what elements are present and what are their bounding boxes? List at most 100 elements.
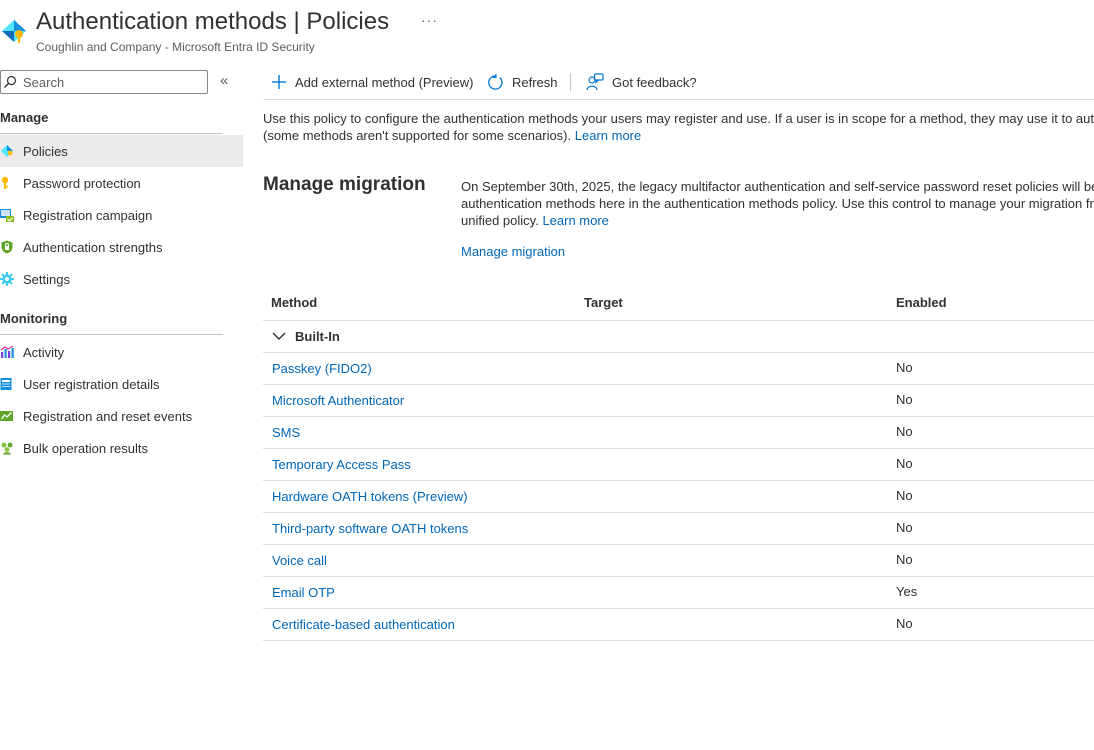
sidebar-item-label: Settings bbox=[23, 271, 70, 287]
page-title: Authentication methods | Policies bbox=[36, 8, 389, 36]
sidebar-item-label: Registration campaign bbox=[23, 207, 153, 223]
column-header-method[interactable]: Method bbox=[271, 295, 317, 310]
section-title-manage: Manage bbox=[0, 110, 49, 125]
sidebar-item-registration-campaign[interactable]: Registration campaign bbox=[0, 199, 243, 231]
method-link[interactable]: Passkey (FIDO2) bbox=[272, 361, 372, 376]
section-title-monitoring: Monitoring bbox=[0, 311, 68, 326]
enabled-cell: No bbox=[896, 520, 913, 535]
method-link[interactable]: Temporary Access Pass bbox=[272, 457, 411, 472]
table-row: Passkey (FIDO2) No bbox=[263, 353, 1094, 385]
table-row: Voice call No bbox=[263, 545, 1094, 577]
intro-line-1: Use this policy to configure the authent… bbox=[263, 111, 1094, 126]
page-header: Authentication methods | Policies ··· Co… bbox=[0, 0, 1094, 62]
table-row: Third-party software OATH tokens No bbox=[263, 513, 1094, 545]
method-link[interactable]: Certificate-based authentication bbox=[272, 617, 455, 632]
shield-icon bbox=[0, 240, 14, 254]
manage-migration-heading: Manage migration bbox=[263, 174, 426, 195]
page-subtitle: Coughlin and Company - Microsoft Entra I… bbox=[36, 40, 315, 54]
policy-intro: Use this policy to configure the authent… bbox=[263, 110, 1094, 144]
collapse-sidebar-icon[interactable]: « bbox=[220, 72, 228, 89]
migration-line-1: On September 30th, 2025, the legacy mult… bbox=[461, 179, 1094, 194]
feedback-button[interactable]: Got feedback? bbox=[586, 71, 697, 93]
enabled-cell: No bbox=[896, 488, 913, 503]
page-title-main: Authentication methods bbox=[36, 8, 287, 35]
method-link[interactable]: Third-party software OATH tokens bbox=[272, 521, 468, 536]
table-header: Method Target Enabled bbox=[263, 288, 1094, 321]
more-options-icon[interactable]: ··· bbox=[421, 12, 438, 28]
refresh-icon bbox=[488, 73, 503, 90]
method-link[interactable]: Microsoft Authenticator bbox=[272, 393, 404, 408]
section-divider bbox=[0, 334, 223, 335]
sidebar-item-registration-reset-events[interactable]: Registration and reset events bbox=[0, 400, 243, 432]
column-header-enabled[interactable]: Enabled bbox=[896, 295, 947, 310]
enabled-cell: No bbox=[896, 424, 913, 439]
sidebar-item-label: Activity bbox=[23, 344, 65, 360]
refresh-label: Refresh bbox=[512, 74, 558, 90]
enabled-cell: No bbox=[896, 456, 913, 471]
key-icon bbox=[0, 176, 14, 190]
gear-icon bbox=[0, 272, 14, 286]
sidebar-item-label: Registration and reset events bbox=[23, 408, 193, 424]
enabled-cell: Yes bbox=[896, 584, 918, 599]
method-link[interactable]: Voice call bbox=[272, 553, 327, 568]
policies-icon bbox=[0, 144, 14, 158]
page-title-sub: Policies bbox=[306, 8, 390, 35]
group-row-built-in[interactable]: Built-In bbox=[263, 321, 1094, 353]
column-header-target[interactable]: Target bbox=[584, 295, 623, 310]
search-input[interactable] bbox=[23, 73, 203, 91]
table-row: SMS No bbox=[263, 417, 1094, 449]
refresh-button[interactable]: Refresh bbox=[487, 71, 558, 93]
sidebar-item-settings[interactable]: Settings bbox=[0, 263, 243, 295]
main-content: Add external method (Preview) Refresh Go… bbox=[263, 62, 1094, 750]
enabled-cell: No bbox=[896, 392, 913, 407]
method-link[interactable]: Hardware OATH tokens (Preview) bbox=[272, 489, 468, 504]
plus-icon bbox=[272, 75, 286, 89]
add-external-method-label: Add external method (Preview) bbox=[295, 74, 474, 90]
sidebar-item-label: User registration details bbox=[23, 376, 160, 392]
table-row: Temporary Access Pass No bbox=[263, 449, 1094, 481]
migration-learn-more-link[interactable]: Learn more bbox=[542, 213, 608, 228]
events-chart-icon bbox=[0, 409, 14, 423]
sidebar-item-label: Authentication strengths bbox=[23, 239, 163, 255]
group-label: Built-In bbox=[295, 329, 340, 344]
sidebar-item-label: Bulk operation results bbox=[23, 440, 149, 456]
user-details-icon bbox=[0, 377, 14, 391]
methods-table: Method Target Enabled Built-In Passkey (… bbox=[263, 288, 1094, 641]
table-row: Hardware OATH tokens (Preview) No bbox=[263, 481, 1094, 513]
manage-migration-link[interactable]: Manage migration bbox=[461, 244, 565, 259]
sidebar-item-activity[interactable]: Activity bbox=[0, 336, 243, 368]
command-bar: Add external method (Preview) Refresh Go… bbox=[263, 62, 1094, 100]
enabled-cell: No bbox=[896, 616, 913, 631]
activity-chart-icon bbox=[0, 345, 14, 359]
intro-learn-more-link[interactable]: Learn more bbox=[575, 128, 641, 143]
section-divider bbox=[0, 133, 223, 134]
enabled-cell: No bbox=[896, 552, 913, 567]
sidebar-item-password-protection[interactable]: Password protection bbox=[0, 167, 243, 199]
sidebar-item-user-registration-details[interactable]: User registration details bbox=[0, 368, 243, 400]
manage-migration-description: On September 30th, 2025, the legacy mult… bbox=[461, 178, 1094, 229]
authentication-methods-icon bbox=[2, 20, 26, 43]
add-external-method-button[interactable]: Add external method (Preview) bbox=[271, 71, 473, 93]
intro-line-2-text: (some methods aren't supported for some … bbox=[263, 128, 572, 143]
sidebar-item-bulk-operation-results[interactable]: Bulk operation results bbox=[0, 432, 243, 464]
sidebar-item-policies[interactable]: Policies bbox=[0, 135, 243, 167]
registration-campaign-icon bbox=[0, 208, 14, 222]
migration-line-3-text: unified policy. bbox=[461, 213, 539, 228]
intro-line-2: (some methods aren't supported for some … bbox=[263, 127, 1094, 144]
toolbar-divider bbox=[570, 73, 571, 91]
search-icon bbox=[4, 75, 17, 88]
method-link[interactable]: Email OTP bbox=[272, 585, 335, 600]
feedback-person-icon bbox=[586, 73, 604, 91]
toolbar-divider bbox=[263, 99, 1094, 100]
sidebar: « Manage Policies Password protection Re… bbox=[0, 62, 243, 750]
page-title-separator: | bbox=[293, 8, 300, 35]
migration-line-2: authentication methods here in the authe… bbox=[461, 196, 1094, 211]
sidebar-search[interactable] bbox=[0, 70, 208, 94]
chevron-down-icon bbox=[272, 332, 286, 340]
table-row: Email OTP Yes bbox=[263, 577, 1094, 609]
enabled-cell: No bbox=[896, 360, 913, 375]
method-link[interactable]: SMS bbox=[272, 425, 300, 440]
sidebar-item-authentication-strengths[interactable]: Authentication strengths bbox=[0, 231, 243, 263]
table-row: Microsoft Authenticator No bbox=[263, 385, 1094, 417]
sidebar-item-label: Password protection bbox=[23, 175, 141, 191]
